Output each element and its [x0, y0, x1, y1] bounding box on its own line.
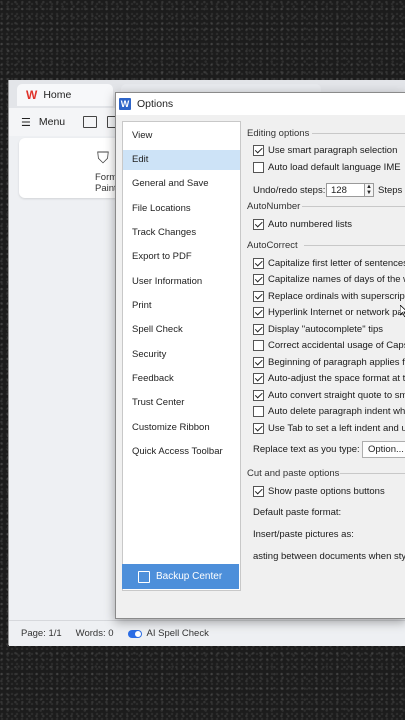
autocorrect-label-7: Beginning of paragraph applies fir [268, 357, 405, 368]
backup-center-button[interactable]: Backup Center [122, 564, 239, 589]
autocorrect-checkbox-2[interactable] [253, 274, 264, 285]
status-bar: Page: 1/1 Words: 0 AI Spell Check [9, 620, 405, 646]
autonumber-divider [302, 206, 405, 207]
autocorrect-label-6: Correct accidental usage of Caps [268, 340, 405, 351]
autocorrect-header: AutoCorrect [247, 240, 298, 251]
smart-paragraph-label: Use smart paragraph selection [268, 145, 398, 156]
auto-numbered-lists-checkbox[interactable] [253, 219, 264, 230]
menu-button[interactable]: ☰ Menu [21, 116, 65, 129]
editing-divider [312, 133, 405, 134]
insert-pictures-label: Insert/paste pictures as: [253, 529, 354, 540]
auto-load-ime-label: Auto load default language IME [268, 162, 401, 173]
undo-redo-spinner[interactable]: ▲ ▼ [364, 183, 374, 197]
autocorrect-label-3: Replace ordinals with superscript [268, 291, 405, 302]
dialog-title: Options [137, 98, 174, 110]
dialog-title-bar[interactable]: W Options [116, 93, 405, 115]
nav-item-security[interactable]: Security [123, 345, 240, 365]
nav-item-print[interactable]: Print [123, 296, 240, 316]
autocorrect-checkbox-9[interactable] [253, 390, 264, 401]
autocorrect-divider [304, 245, 405, 246]
nav-item-feedback[interactable]: Feedback [123, 369, 240, 389]
default-paste-format-label: Default paste format: [253, 507, 342, 518]
cut-paste-header: Cut and paste options [247, 468, 340, 479]
spell-check-label: AI Spell Check [146, 628, 209, 639]
backup-center-label: Backup Center [156, 571, 223, 582]
autocorrect-label-9: Auto convert straight quote to sm [268, 390, 405, 401]
open-folder-icon[interactable] [83, 116, 98, 128]
options-dialog: W Options View Edit General and Save Fil… [115, 92, 405, 619]
nav-item-track-changes[interactable]: Track Changes [123, 223, 240, 243]
tab-home[interactable]: W Home [17, 84, 113, 106]
autocorrect-checkbox-1[interactable] [253, 258, 264, 269]
autocorrect-checkbox-10[interactable] [253, 406, 264, 417]
nav-item-file-locations[interactable]: File Locations [123, 199, 240, 219]
autocorrect-option-button[interactable]: Option... [362, 441, 405, 458]
hamburger-icon: ☰ [21, 116, 31, 129]
nav-item-spell-check[interactable]: Spell Check [123, 320, 240, 340]
wps-writer-icon: W [119, 98, 131, 110]
autocorrect-checkbox-11[interactable] [253, 423, 264, 434]
autocorrect-label-11: Use Tab to set a left indent and us [268, 423, 405, 434]
show-paste-buttons-label: Show paste options buttons [268, 486, 385, 497]
undo-redo-label: Undo/redo steps: [253, 185, 326, 196]
nav-item-customize-ribbon[interactable]: Customize Ribbon [123, 418, 240, 438]
autocorrect-checkbox-8[interactable] [253, 373, 264, 384]
auto-numbered-lists-label: Auto numbered lists [268, 219, 352, 230]
nav-item-export-to-pdf[interactable]: Export to PDF [123, 247, 240, 267]
menu-label: Menu [38, 116, 66, 128]
backup-icon [138, 570, 150, 583]
autocorrect-label-8: Auto-adjust the space format at t [268, 373, 405, 384]
nav-item-trust-center[interactable]: Trust Center [123, 393, 240, 413]
cut-paste-divider [340, 473, 405, 474]
autonumber-header: AutoNumber [247, 201, 301, 212]
autocorrect-label-2: Capitalize names of days of the w [268, 274, 405, 285]
nav-item-general-and-save[interactable]: General and Save [123, 174, 240, 194]
wps-logo-icon: W [26, 88, 38, 102]
mouse-cursor-icon [400, 305, 405, 317]
paste-between-docs-label: asting between documents when styl [253, 551, 405, 562]
nav-item-quick-access-toolbar[interactable]: Quick Access Toolbar [123, 442, 240, 462]
autocorrect-checkbox-6[interactable] [253, 340, 264, 351]
smart-paragraph-checkbox[interactable] [253, 145, 264, 156]
options-nav: View Edit General and Save File Location… [122, 121, 241, 591]
autocorrect-checkbox-4[interactable] [253, 307, 264, 318]
steps-suffix: Steps [378, 185, 403, 196]
autocorrect-label-1: Capitalize first letter of sentences [268, 258, 405, 269]
autocorrect-label-10: Auto delete paragraph indent whe [268, 406, 405, 417]
replace-text-label: Replace text as you type: [253, 444, 360, 455]
nav-item-user-information[interactable]: User Information [123, 272, 240, 292]
nav-item-edit[interactable]: Edit [123, 150, 240, 170]
autocorrect-checkbox-5[interactable] [253, 324, 264, 335]
nav-item-view[interactable]: View [123, 126, 240, 146]
format-painter-icon[interactable]: ⛉ [97, 150, 109, 168]
show-paste-buttons-checkbox[interactable] [253, 486, 264, 497]
word-count[interactable]: Words: 0 [76, 628, 114, 639]
edit-options-panel: Editing options Use smart paragraph sele… [240, 121, 405, 589]
autocorrect-checkbox-7[interactable] [253, 357, 264, 368]
autocorrect-label-4: Hyperlink Internet or network path [268, 307, 405, 318]
editing-options-header: Editing options [247, 128, 310, 139]
ribbon-panel: ⛉ Format Painter [19, 138, 125, 198]
tab-home-label: Home [43, 89, 72, 101]
auto-load-ime-checkbox[interactable] [253, 162, 264, 173]
autocorrect-checkbox-3[interactable] [253, 291, 264, 302]
page-count[interactable]: Page: 1/1 [21, 628, 62, 639]
autocorrect-label-5: Display "autocomplete" tips [268, 324, 383, 335]
spell-check-toggle[interactable] [127, 629, 142, 638]
